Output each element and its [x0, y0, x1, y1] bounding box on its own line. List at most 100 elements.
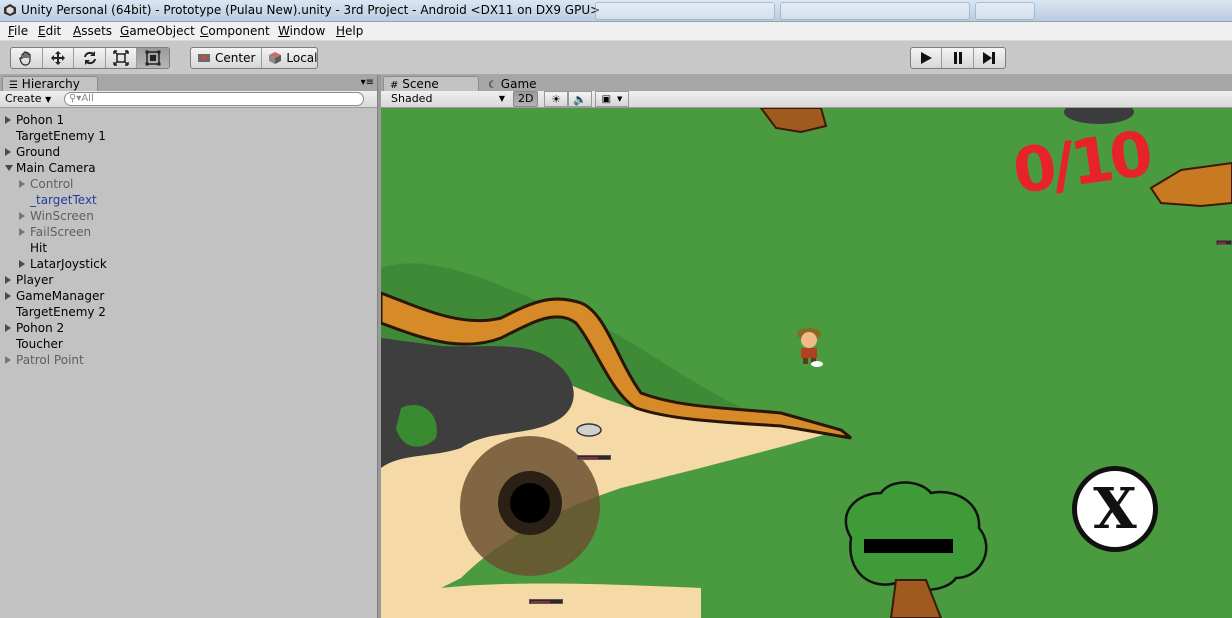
hierarchy-item-label: Hit: [30, 241, 48, 255]
collapse-arrow-icon[interactable]: [5, 292, 11, 300]
hierarchy-item[interactable]: Toucher: [0, 336, 378, 352]
hierarchy-tabstrip: ☰ Hierarchy ▾≡: [0, 75, 378, 92]
tab-scene-label: Scene: [402, 77, 439, 91]
rect-tool-button[interactable]: [137, 48, 169, 68]
rotate-tool-button[interactable]: [74, 48, 106, 68]
unity-logo-icon: [4, 4, 16, 16]
hierarchy-item[interactable]: Control: [0, 176, 378, 192]
hierarchy-item[interactable]: _targetText: [0, 192, 378, 208]
play-button[interactable]: [911, 48, 943, 68]
sun-icon: ☀: [551, 92, 561, 106]
hierarchy-item[interactable]: Patrol Point: [0, 352, 378, 368]
hierarchy-item[interactable]: LatarJoystick: [0, 256, 378, 272]
create-label: Create: [5, 92, 42, 105]
hierarchy-item-label: Main Camera: [16, 161, 96, 175]
expand-arrow-icon[interactable]: [5, 165, 13, 171]
scene-effects-dropdown[interactable]: ▣ ▼: [595, 91, 629, 107]
move-arrows-icon: [50, 51, 65, 65]
hierarchy-item[interactable]: Player: [0, 272, 378, 288]
hierarchy-item-label: TargetEnemy 2: [16, 305, 106, 319]
hierarchy-item-label: TargetEnemy 1: [16, 129, 106, 143]
tab-hierarchy[interactable]: ☰ Hierarchy: [2, 76, 98, 92]
hierarchy-item[interactable]: TargetEnemy 2: [0, 304, 378, 320]
tab-hierarchy-label: Hierarchy: [21, 77, 80, 91]
hierarchy-search-input[interactable]: ⚲▾All: [64, 92, 364, 106]
rect-transform-icon: [145, 50, 161, 66]
pause-icon: [953, 52, 962, 64]
play-controls: [910, 47, 1006, 69]
image-icon: ▣: [601, 93, 612, 105]
toggle-2d-button[interactable]: 2D: [513, 91, 539, 107]
collapse-arrow-icon[interactable]: [19, 180, 25, 188]
scale-icon: [113, 50, 129, 66]
rotate-icon: [83, 51, 96, 65]
menu-window[interactable]: Window: [278, 24, 325, 38]
hierarchy-item[interactable]: FailScreen: [0, 224, 378, 240]
menu-help[interactable]: Help: [336, 24, 363, 38]
hierarchy-item-label: Patrol Point: [16, 353, 84, 367]
search-icon: ⚲▾: [69, 93, 82, 104]
enemy-health-bar: [529, 599, 563, 604]
hand-tool-button[interactable]: [11, 48, 43, 68]
hierarchy-tree: Pohon 1 TargetEnemy 1 Ground Main Camera Con…: [0, 112, 378, 368]
hierarchy-item[interactable]: Pohon 2: [0, 320, 378, 336]
menu-gameobject[interactable]: GameObject: [120, 24, 195, 38]
tab-game-label: Game: [500, 77, 537, 91]
scene-toolbar: Shaded ▼ 2D ☀ 🔈 ▣ ▼: [381, 91, 1232, 108]
hierarchy-item[interactable]: Pohon 1: [0, 112, 378, 128]
hierarchy-item-label: Toucher: [16, 337, 63, 351]
menu-component[interactable]: Component: [200, 24, 270, 38]
menu-edit[interactable]: Edit: [38, 24, 61, 38]
pivot-rotation-toggle[interactable]: Local: [262, 48, 318, 68]
grid-icon: #: [390, 80, 399, 91]
collapse-arrow-icon[interactable]: [5, 276, 11, 284]
collapse-arrow-icon[interactable]: [5, 324, 11, 332]
main-toolbar: Center Local: [0, 41, 1232, 75]
play-icon: [921, 52, 933, 64]
hierarchy-item[interactable]: Hit: [0, 240, 378, 256]
scale-tool-button[interactable]: [106, 48, 138, 68]
hierarchy-item-label: Ground: [16, 145, 61, 159]
collapse-arrow-icon[interactable]: [19, 260, 25, 268]
panel-menu-icon[interactable]: ▾≡: [361, 77, 374, 88]
hierarchy-item-label: Pohon 1: [16, 113, 65, 127]
menu-assets[interactable]: Assets: [73, 24, 112, 38]
hierarchy-item[interactable]: WinScreen: [0, 208, 378, 224]
hierarchy-item[interactable]: Main Camera: [0, 160, 378, 176]
draw-mode-label: Shaded: [391, 92, 433, 105]
create-dropdown[interactable]: Create ▼: [5, 92, 51, 106]
tab-game[interactable]: ☾ Game: [481, 76, 577, 92]
collapse-arrow-icon[interactable]: [5, 356, 11, 364]
hierarchy-item-label: FailScreen: [30, 225, 92, 239]
hierarchy-item[interactable]: TargetEnemy 1: [0, 128, 378, 144]
search-placeholder: All: [81, 93, 94, 104]
pivot-mode-label: Center: [215, 51, 256, 65]
collapse-arrow-icon[interactable]: [5, 116, 11, 124]
scene-tabstrip: # Scene ☾ Game: [381, 75, 1232, 92]
hierarchy-item-label: Pohon 2: [16, 321, 65, 335]
draw-mode-dropdown[interactable]: Shaded ▼: [391, 92, 505, 106]
scene-viewport[interactable]: 0/10 X: [381, 108, 1232, 618]
collapse-arrow-icon[interactable]: [5, 148, 11, 156]
pivot-mode-toggle[interactable]: Center: [191, 48, 263, 68]
dropdown-arrow-icon: ▼: [498, 94, 505, 103]
window-title: Unity Personal (64bit) - Prototype (Pula…: [21, 3, 601, 17]
step-button[interactable]: [974, 48, 1005, 68]
move-tool-button[interactable]: [43, 48, 75, 68]
collapse-arrow-icon[interactable]: [19, 212, 25, 220]
joystick-knob: [510, 483, 550, 523]
hierarchy-item-label: Control: [30, 177, 74, 191]
scene-audio-toggle[interactable]: 🔈: [568, 91, 592, 107]
enemy-health-bar: [1216, 240, 1232, 245]
hierarchy-item[interactable]: GameManager: [0, 288, 378, 304]
pause-button[interactable]: [942, 48, 974, 68]
tab-scene[interactable]: # Scene: [383, 76, 479, 92]
action-x-button[interactable]: X: [1072, 466, 1158, 552]
background-browser-tab: [595, 2, 775, 20]
scene-lighting-toggle[interactable]: ☀: [544, 91, 568, 107]
hierarchy-item[interactable]: Ground: [0, 144, 378, 160]
menu-file[interactable]: File: [8, 24, 28, 38]
collapse-arrow-icon[interactable]: [19, 228, 25, 236]
enemy-health-bar: [577, 455, 611, 460]
pivot-rotation-label: Local: [286, 51, 318, 65]
